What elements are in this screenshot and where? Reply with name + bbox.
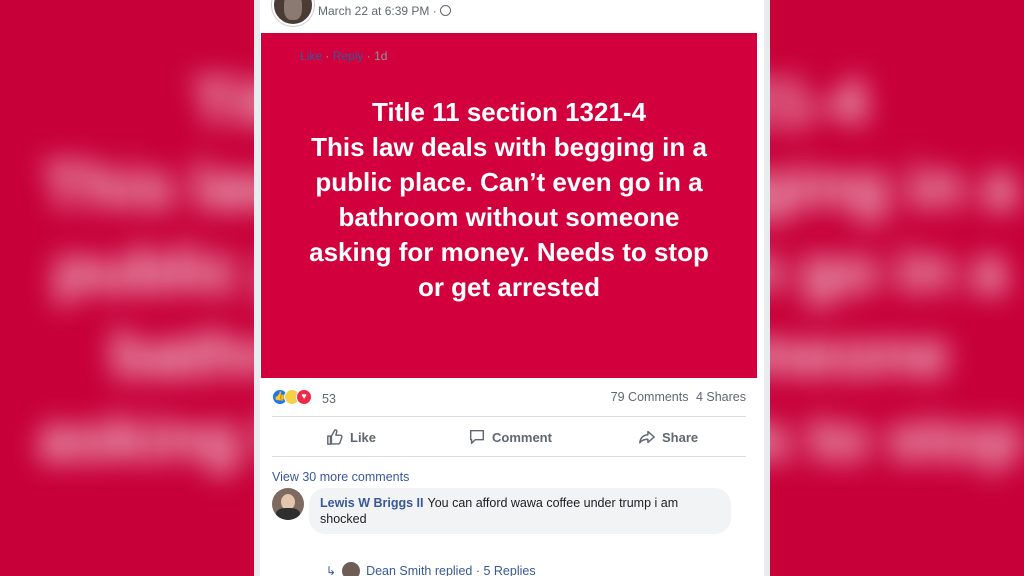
thumbs-up-icon <box>327 429 343 445</box>
author-avatar[interactable] <box>272 0 314 26</box>
image-line: This law deals with begging in a <box>311 131 707 162</box>
comment-label: Comment <box>492 429 552 445</box>
commenter-avatar[interactable] <box>272 488 304 520</box>
comment-meta: Like · Reply · 1d <box>300 49 387 63</box>
comment-bubble: Lewis W Briggs II You can afford wawa cof… <box>309 488 731 534</box>
share-icon <box>639 430 655 444</box>
divider <box>272 416 746 417</box>
comments-shares: 79 Comments 4 Shares <box>607 390 746 404</box>
comment-button[interactable]: Comment <box>468 426 552 448</box>
card-right-edge <box>764 0 770 576</box>
commenter-name[interactable]: Lewis W Briggs II <box>320 496 424 510</box>
like-label: Like <box>350 429 377 445</box>
post-timestamp[interactable]: March 22 at 6:39 PM · <box>318 4 451 18</box>
comment-time[interactable]: 1d <box>374 49 387 63</box>
replies-text: Dean Smith replied · 5 Replies <box>366 564 536 576</box>
reply-arrow-icon: ↳ <box>326 564 337 576</box>
comments-count[interactable]: 79 Comments <box>611 390 689 404</box>
post-image[interactable]: Title 11 section 1321-4 This law deals w… <box>261 33 757 378</box>
like-button[interactable]: Like <box>326 426 376 448</box>
replier-avatar <box>342 562 361 576</box>
post-image-text: Title 11 section 1321-4 This law deals w… <box>279 95 739 305</box>
reaction-count[interactable]: 53 <box>322 392 336 406</box>
share-label: Share <box>662 429 699 445</box>
post-card: March 22 at 6:39 PM · Title 11 section 1… <box>254 0 770 576</box>
image-line: asking for money. Needs to stop <box>309 236 709 267</box>
image-line: or get arrested <box>417 271 601 302</box>
divider <box>272 456 746 457</box>
post-actions: Like Comment Share <box>272 420 746 454</box>
separator: · <box>366 49 371 63</box>
image-line: public place. Can’t even go in a <box>315 166 703 197</box>
card-left-edge <box>254 0 260 576</box>
globe-icon <box>439 5 451 16</box>
replies-link[interactable]: ↳ Dean Smith replied · 5 Replies <box>326 562 536 576</box>
comment-like-link[interactable]: Like <box>300 49 322 63</box>
post-stats: 👍 ♥ 53 79 Comments 4 Shares <box>272 387 746 409</box>
shares-count[interactable]: 4 Shares <box>696 390 746 404</box>
image-line: bathroom without someone <box>338 201 680 232</box>
comment-icon <box>469 429 485 445</box>
comment-reply-link[interactable]: Reply <box>333 49 364 63</box>
separator: · <box>325 49 330 63</box>
view-more-comments[interactable]: View 30 more comments <box>272 470 409 484</box>
post-header: March 22 at 6:39 PM · <box>272 0 752 26</box>
image-line: Title 11 section 1321-4 <box>371 96 647 127</box>
love-icon: ♥ <box>296 389 312 405</box>
share-button[interactable]: Share <box>638 426 698 448</box>
